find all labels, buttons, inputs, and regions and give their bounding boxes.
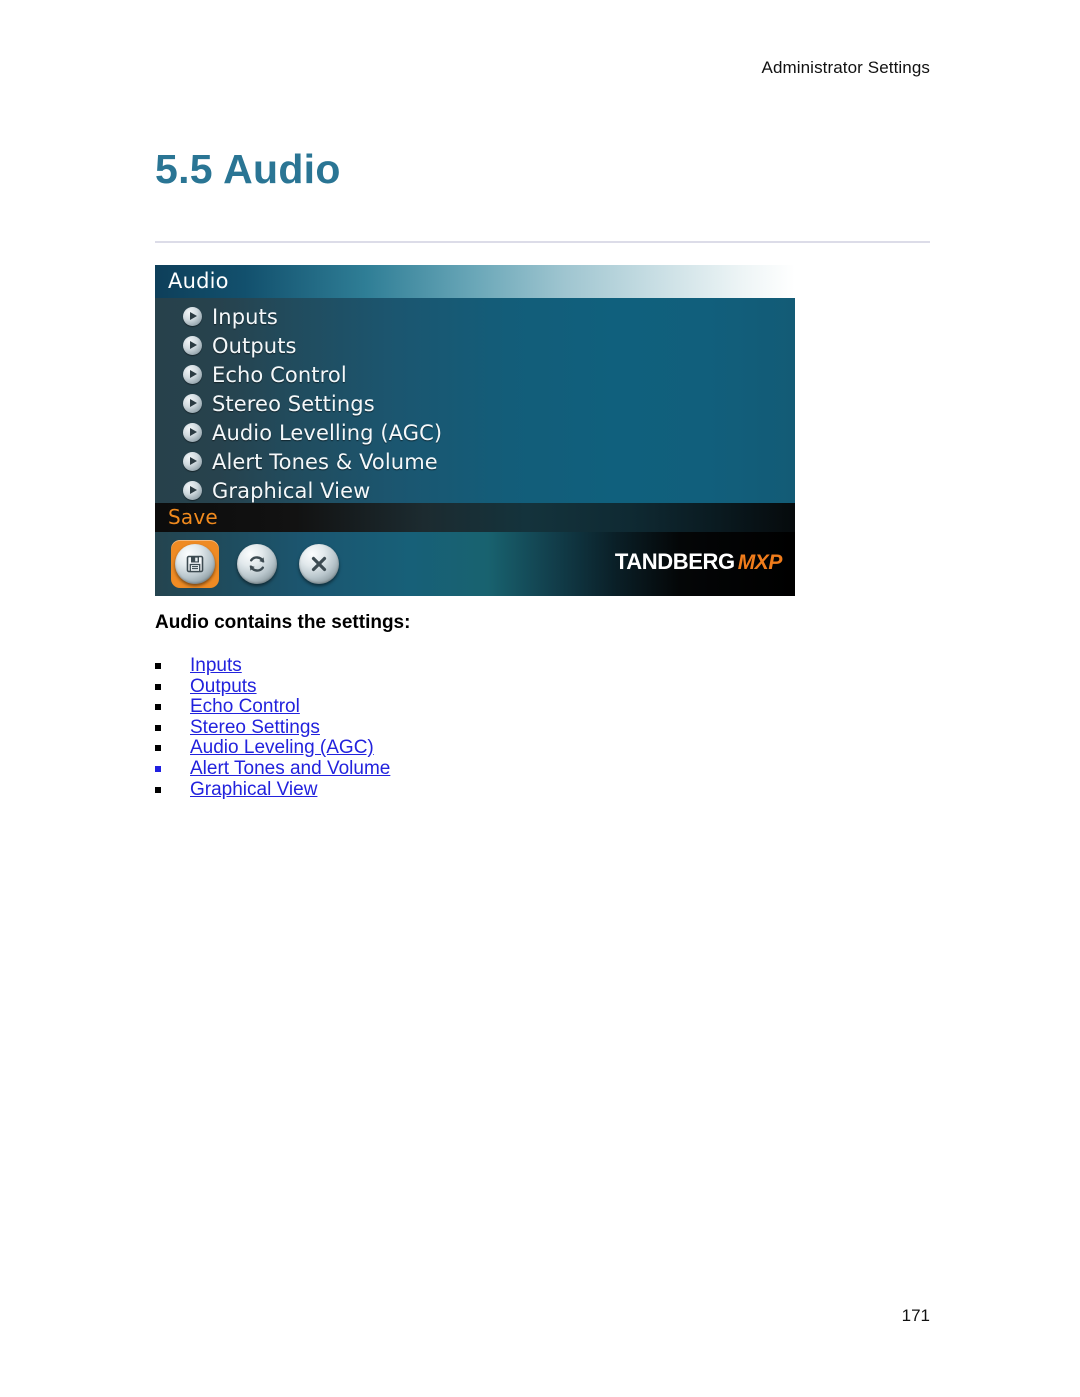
settings-link-list: Inputs Outputs Echo Control Stereo Setti… <box>155 655 390 800</box>
bullet-icon <box>155 683 161 690</box>
list-item: Alert Tones and Volume <box>155 758 390 779</box>
link-echo-control[interactable]: Echo Control <box>190 696 300 718</box>
arrow-right-icon <box>183 365 202 384</box>
arrow-right-icon <box>183 423 202 442</box>
close-x-icon <box>299 544 339 584</box>
tandberg-mxp-logo: TANDBERG MXP <box>614 549 783 575</box>
panel-body: Inputs Outputs Echo Control Stereo Setti… <box>155 298 795 503</box>
brand-suffix: MXP <box>737 551 783 574</box>
audio-menu-list: Inputs Outputs Echo Control Stereo Setti… <box>155 298 795 505</box>
menu-item-outputs[interactable]: Outputs <box>155 331 795 360</box>
close-button[interactable] <box>295 540 343 588</box>
list-item: Echo Control <box>155 696 390 717</box>
list-item: Audio Leveling (AGC) <box>155 737 390 758</box>
bullet-icon <box>155 745 161 752</box>
panel-titlebar: Audio <box>155 265 795 298</box>
bullet-icon <box>155 765 161 772</box>
menu-item-audio-levelling-agc[interactable]: Audio Levelling (AGC) <box>155 418 795 447</box>
menu-item-label: Alert Tones & Volume <box>212 449 438 474</box>
menu-item-label: Audio Levelling (AGC) <box>212 420 443 445</box>
link-audio-leveling-agc[interactable]: Audio Leveling (AGC) <box>190 737 374 759</box>
menu-item-label: Echo Control <box>212 362 347 387</box>
running-header: Administrator Settings <box>761 58 930 77</box>
menu-item-label: Stereo Settings <box>212 391 375 416</box>
arrow-right-icon <box>183 481 202 500</box>
heading-divider <box>155 241 930 243</box>
contains-settings-heading: Audio contains the settings: <box>155 612 411 633</box>
link-outputs[interactable]: Outputs <box>190 676 257 698</box>
menu-item-echo-control[interactable]: Echo Control <box>155 360 795 389</box>
menu-item-alert-tones-volume[interactable]: Alert Tones & Volume <box>155 447 795 476</box>
softkey-bar: Save <box>155 503 795 532</box>
page-number: 171 <box>901 1306 930 1325</box>
panel-toolbar: TANDBERG MXP <box>155 532 795 596</box>
device-screenshot-panel: Audio Inputs Outputs Echo Control Stereo… <box>155 265 795 596</box>
arrow-right-icon <box>183 307 202 326</box>
list-item: Graphical View <box>155 779 390 800</box>
list-item: Inputs <box>155 655 390 676</box>
bullet-icon <box>155 724 161 731</box>
link-graphical-view[interactable]: Graphical View <box>190 779 317 801</box>
list-item: Stereo Settings <box>155 717 390 738</box>
save-floppy-icon <box>175 544 215 584</box>
refresh-icon <box>237 544 277 584</box>
arrow-right-icon <box>183 336 202 355</box>
list-item: Outputs <box>155 676 390 697</box>
menu-item-label: Inputs <box>212 304 278 329</box>
page-title: 5.5 Audio <box>155 146 341 192</box>
menu-item-label: Outputs <box>212 333 297 358</box>
bullet-icon <box>155 704 161 711</box>
link-inputs[interactable]: Inputs <box>190 655 242 677</box>
save-button[interactable] <box>171 540 219 588</box>
link-stereo-settings[interactable]: Stereo Settings <box>190 717 320 739</box>
softkey-save-label: Save <box>168 505 218 529</box>
link-alert-tones-and-volume[interactable]: Alert Tones and Volume <box>190 758 390 780</box>
menu-item-graphical-view[interactable]: Graphical View <box>155 476 795 505</box>
menu-item-label: Graphical View <box>212 478 371 503</box>
refresh-button[interactable] <box>233 540 281 588</box>
arrow-right-icon <box>183 394 202 413</box>
panel-title: Audio <box>168 269 229 293</box>
menu-item-stereo-settings[interactable]: Stereo Settings <box>155 389 795 418</box>
brand-name: TANDBERG <box>614 549 735 574</box>
menu-item-inputs[interactable]: Inputs <box>155 302 795 331</box>
bullet-icon <box>155 663 161 669</box>
bullet-icon <box>155 786 161 793</box>
arrow-right-icon <box>183 452 202 471</box>
